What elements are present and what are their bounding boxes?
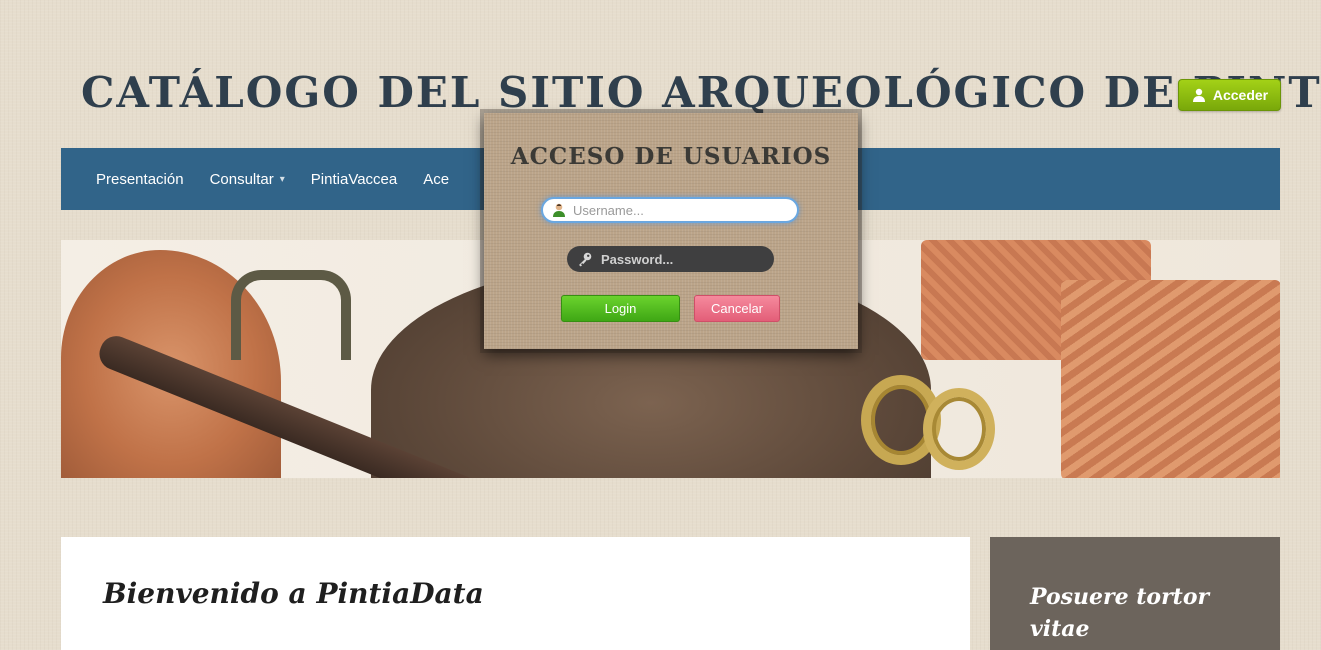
password-field[interactable] [567, 246, 774, 272]
main-content-card: Bienvenido a PintiaData [61, 537, 970, 650]
cancel-button[interactable]: Cancelar [694, 295, 780, 322]
nav-item-presentacion[interactable]: Presentación [96, 171, 184, 188]
clay-box-image [1061, 280, 1280, 478]
site-title: CATÁLOGO DEL SITIO ARQUEOLÓGICO DE PINTI… [81, 68, 1321, 117]
username-input[interactable] [573, 202, 793, 218]
welcome-heading: Bienvenido a PintiaData [103, 577, 484, 610]
password-input[interactable] [601, 251, 761, 267]
nav-item-ace[interactable]: Ace [423, 171, 449, 188]
acceder-label: Acceder [1212, 87, 1269, 103]
user-icon [551, 202, 567, 218]
acceder-button[interactable]: Acceder [1178, 79, 1281, 111]
nav-item-label: Ace [423, 170, 450, 188]
username-field[interactable] [541, 197, 799, 223]
nav-item-pintiavaccea[interactable]: PintiaVaccea [311, 171, 397, 188]
key-icon [577, 251, 593, 267]
sidebar-heading: Posuere tortor vitae [1030, 584, 1210, 642]
nav-item-label: PintiaVaccea [310, 170, 398, 188]
nav-item-consultar[interactable]: Consultar ▾ [210, 171, 285, 188]
sidebar-card: Posuere tortor vitae [990, 537, 1280, 650]
modal-title: ACCESO DE USUARIOS [510, 143, 832, 170]
login-button[interactable]: Login [561, 295, 680, 322]
nav-item-label: Consultar [209, 170, 274, 188]
login-modal: ACCESO DE USUARIOS Login Cancelar [484, 113, 858, 349]
gold-earring-image [923, 388, 995, 470]
user-icon [1191, 87, 1207, 103]
caret-down-icon: ▾ [279, 173, 285, 185]
bronze-figure-image [231, 270, 351, 360]
nav-item-label: Presentación [96, 170, 184, 188]
